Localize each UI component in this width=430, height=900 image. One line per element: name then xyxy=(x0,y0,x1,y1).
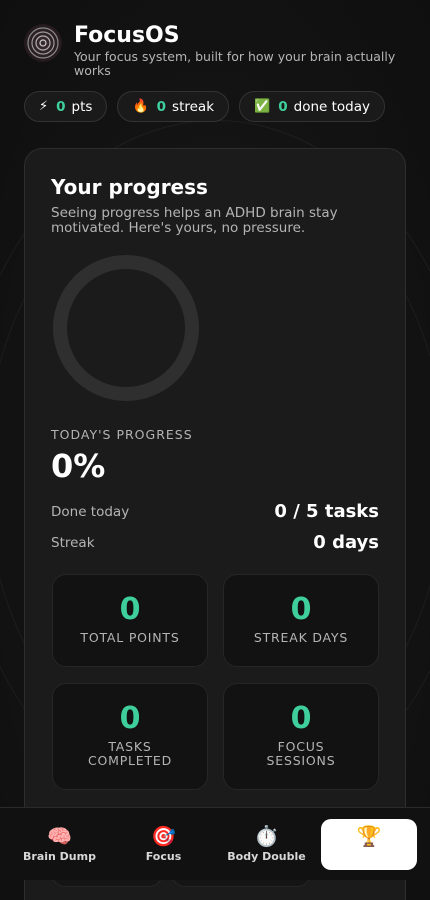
nav-label: Focus xyxy=(145,850,182,863)
lightning-icon: ⚡ xyxy=(39,99,49,114)
stat-card-streak-days: 0 STREAK DAYS xyxy=(223,574,379,667)
today-progress-label: TODAY'S PROGRESS xyxy=(51,427,193,442)
nav-label: Body Double xyxy=(227,850,306,863)
progress-ring xyxy=(53,255,199,401)
stat-value: 0 xyxy=(290,592,312,627)
streak-row-label: Streak xyxy=(51,534,95,551)
stat-card-total-points: 0 TOTAL POINTS xyxy=(52,574,208,667)
trophy-icon: 🏆 xyxy=(356,824,382,848)
vinyl-logo-icon xyxy=(24,24,62,62)
streak-pill: 🔥 0 streak xyxy=(117,91,230,122)
app-title: FocusOS xyxy=(74,23,180,48)
app-screen: FocusOS Your focus system, built for how… xyxy=(0,0,430,900)
progress-card: Your progress Seeing progress helps an A… xyxy=(24,148,406,900)
stat-label: TASKS COMPLETED xyxy=(87,739,173,768)
stat-value: 0 xyxy=(119,592,141,627)
stat-label: STREAK DAYS xyxy=(253,630,349,645)
done-today-pill: ✅ 0 done today xyxy=(239,91,385,122)
target-icon: 🎯 xyxy=(151,824,176,848)
today-progress-value: 0% xyxy=(51,447,106,485)
stopwatch-icon: ⏱️ xyxy=(254,824,279,848)
check-icon: ✅ xyxy=(254,99,271,114)
app-subtitle: Your focus system, built for how your br… xyxy=(74,49,396,78)
app-header: FocusOS Your focus system, built for how… xyxy=(24,23,406,78)
streak-label: streak xyxy=(172,98,215,115)
points-value: 0 xyxy=(56,98,66,115)
bottom-nav: 🧠 Brain Dump 🎯 Focus ⏱️ Body Double 🏆 xyxy=(0,807,430,880)
stat-label: TOTAL POINTS xyxy=(80,630,180,645)
nav-label: Brain Dump xyxy=(23,850,96,863)
streak-row: Streak 0 days xyxy=(51,532,379,553)
progress-description: Seeing progress helps an ADHD brain stay… xyxy=(51,205,338,236)
progress-title: Your progress xyxy=(51,175,208,199)
stat-card-tasks-completed: 0 TASKS COMPLETED xyxy=(52,683,208,790)
nav-progress[interactable]: 🏆 xyxy=(321,819,417,870)
nav-focus[interactable]: 🎯 Focus xyxy=(112,808,215,881)
brain-icon: 🧠 xyxy=(47,824,72,848)
stat-card-focus-sessions: 0 FOCUS SESSIONS xyxy=(223,683,379,790)
streak-value: 0 xyxy=(156,98,167,115)
done-today-row-value: 0 / 5 tasks xyxy=(274,501,379,522)
fire-icon: 🔥 xyxy=(132,99,149,114)
done-today-row: Done today 0 / 5 tasks xyxy=(51,501,379,522)
stats-bar: ⚡ 0 pts 🔥 0 streak ✅ 0 done today xyxy=(24,91,385,122)
streak-row-value: 0 days xyxy=(313,532,379,553)
done-today-row-label: Done today xyxy=(51,503,130,520)
points-label: pts xyxy=(71,98,93,115)
stat-label: FOCUS SESSIONS xyxy=(266,739,336,768)
nav-body-double[interactable]: ⏱️ Body Double xyxy=(215,808,318,881)
points-pill: ⚡ 0 pts xyxy=(24,91,108,122)
done-today-value: 0 xyxy=(278,98,288,115)
nav-brain-dump[interactable]: 🧠 Brain Dump xyxy=(8,808,111,881)
stat-value: 0 xyxy=(119,701,141,736)
stat-value: 0 xyxy=(290,701,312,736)
done-today-label: done today xyxy=(293,98,370,115)
